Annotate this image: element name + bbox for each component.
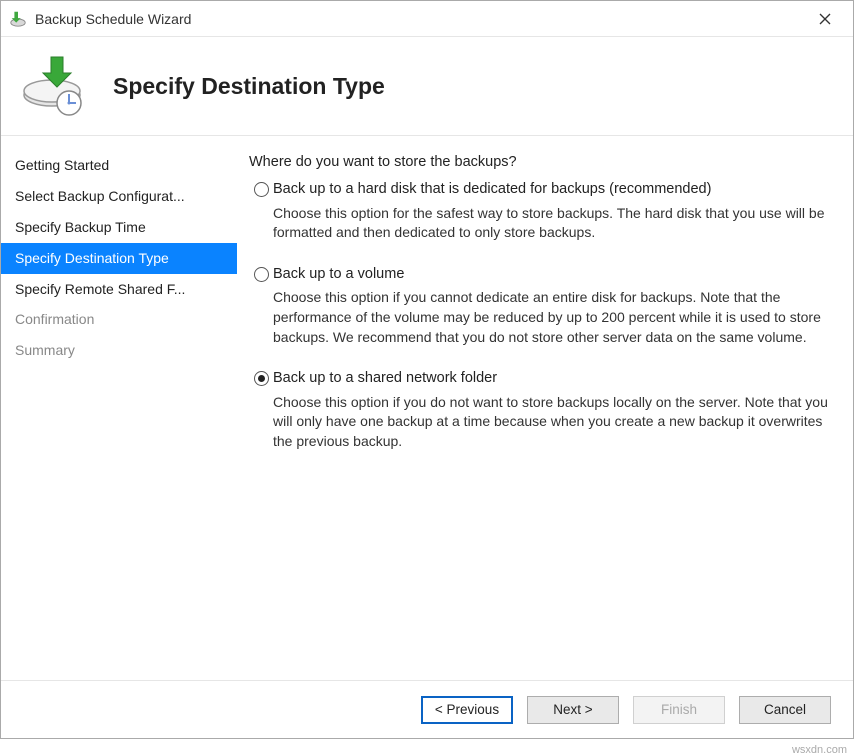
page-title: Specify Destination Type [113,73,385,100]
radio-volume[interactable] [249,265,273,285]
sidebar-step-6: Summary [1,335,237,366]
radio-unselected-icon [254,182,269,197]
radio-selected-icon [254,371,269,386]
wizard-window: Backup Schedule Wizard Specify Destinati… [0,0,854,739]
option-description-network-folder: Choose this option if you do not want to… [273,393,831,452]
finish-button: Finish [633,696,725,724]
sidebar-step-4[interactable]: Specify Remote Shared F... [1,274,237,305]
sidebar-step-3[interactable]: Specify Destination Type [1,243,237,274]
sidebar-step-1[interactable]: Select Backup Configurat... [1,181,237,212]
radio-unselected-icon [254,267,269,282]
option-description-volume: Choose this option if you cannot dedicat… [273,288,831,347]
wizard-header: Specify Destination Type [1,37,853,135]
cancel-button[interactable]: Cancel [739,696,831,724]
option-description-dedicated-disk: Choose this option for the safest way to… [273,204,831,243]
radio-dedicated-disk[interactable] [249,180,273,200]
wizard-footer: < Previous Next > Finish Cancel [1,680,853,738]
destination-question: Where do you want to store the backups? [249,154,831,170]
option-label-volume: Back up to a volume [273,265,404,285]
option-network-folder[interactable]: Back up to a shared network folder [249,369,831,389]
backup-wizard-icon [9,10,27,28]
watermark: wsxdn.com [792,744,847,756]
close-icon [819,13,831,25]
option-label-network-folder: Back up to a shared network folder [273,369,497,389]
wizard-body: Getting StartedSelect Backup Configurat.… [1,135,853,680]
wizard-steps-sidebar: Getting StartedSelect Backup Configurat.… [1,136,237,680]
option-label-dedicated-disk: Back up to a hard disk that is dedicated… [273,180,711,200]
destination-type-icon [19,51,89,121]
sidebar-step-2[interactable]: Specify Backup Time [1,212,237,243]
sidebar-step-5: Confirmation [1,304,237,335]
wizard-content: Where do you want to store the backups? … [237,136,853,680]
option-dedicated-disk[interactable]: Back up to a hard disk that is dedicated… [249,180,831,200]
radio-network-folder[interactable] [249,369,273,389]
next-button[interactable]: Next > [527,696,619,724]
sidebar-step-0[interactable]: Getting Started [1,150,237,181]
option-volume[interactable]: Back up to a volume [249,265,831,285]
previous-button[interactable]: < Previous [421,696,513,724]
close-button[interactable] [803,5,847,33]
titlebar: Backup Schedule Wizard [1,1,853,37]
window-title: Backup Schedule Wizard [35,11,803,27]
